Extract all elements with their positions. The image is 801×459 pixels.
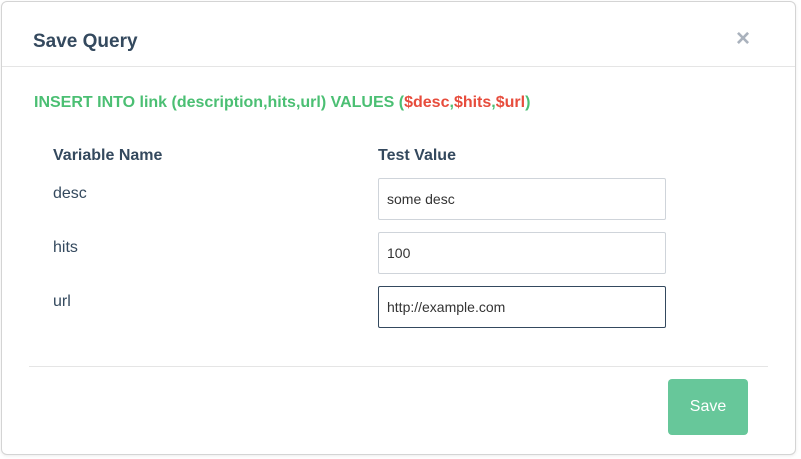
query-variable: $desc	[404, 94, 450, 111]
save-button[interactable]: Save	[668, 379, 748, 435]
test-value-input-desc[interactable]	[378, 178, 666, 220]
query-close-paren: )	[525, 94, 531, 111]
footer-divider	[29, 366, 768, 367]
modal-header: Save Query ×	[2, 2, 795, 67]
variable-name-url: url	[53, 293, 71, 310]
close-icon[interactable]: ×	[733, 27, 753, 51]
variable-name-desc: desc	[53, 185, 87, 202]
query-variable: $hits	[453, 94, 492, 111]
query-text: INSERT INTO link (description,hits,url) …	[34, 94, 405, 111]
test-value-input-url[interactable]	[378, 286, 666, 328]
modal-title: Save Query	[33, 31, 138, 52]
test-value-header: Test Value	[378, 147, 456, 164]
query-preview: INSERT INTO link (description,hits,url) …	[34, 93, 530, 113]
variable-name-hits: hits	[53, 239, 78, 256]
variable-name-header: Variable Name	[53, 147, 163, 164]
query-variable: $url	[495, 94, 526, 111]
test-value-input-hits[interactable]	[378, 232, 666, 274]
save-query-modal: Save Query × INSERT INTO link (descripti…	[1, 1, 796, 455]
